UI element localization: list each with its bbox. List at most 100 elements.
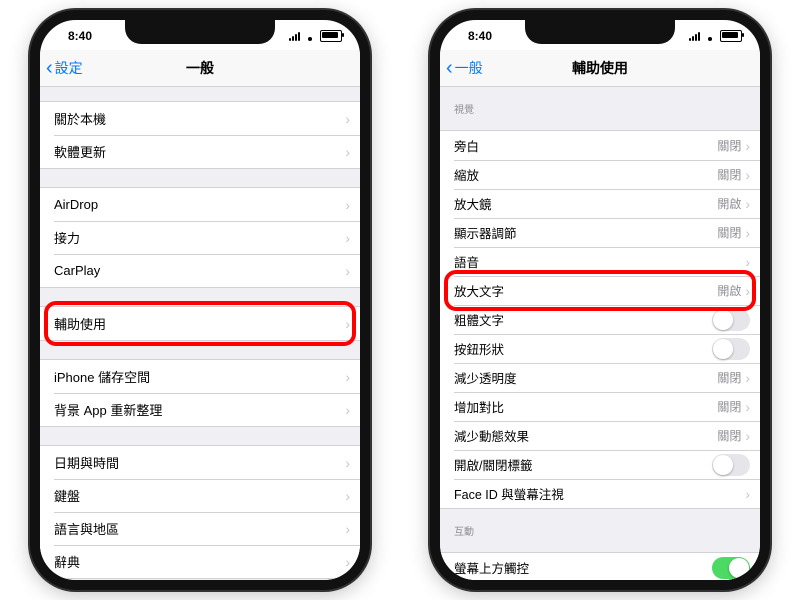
row-label: 縮放 (454, 165, 717, 184)
chevron-right-icon: › (345, 369, 350, 385)
settings-row[interactable]: 語音› (440, 247, 760, 276)
toggle-switch[interactable] (712, 309, 750, 331)
chevron-right-icon: › (745, 138, 750, 154)
settings-row[interactable]: 開啟/關閉標籤 (440, 450, 760, 479)
chevron-right-icon: › (345, 263, 350, 279)
chevron-right-icon: › (345, 488, 350, 504)
settings-row[interactable]: 縮放關閉› (440, 160, 760, 189)
row-label: iPhone 儲存空間 (54, 367, 345, 386)
settings-group: 關於本機›軟體更新› (40, 101, 360, 169)
settings-group: 螢幕上方觸控 (440, 552, 760, 583)
row-label: 粗體文字 (454, 310, 712, 329)
settings-row[interactable]: 接力› (40, 221, 360, 254)
row-value: 關閉 (717, 427, 741, 444)
row-label: 放大鏡 (454, 194, 717, 213)
row-label: CarPlay (54, 263, 345, 278)
row-label: 鍵盤 (54, 486, 345, 505)
chevron-left-icon: ‹ (46, 58, 53, 78)
settings-row[interactable]: 放大文字開啟› (440, 276, 760, 305)
toggle-switch[interactable] (712, 557, 750, 579)
row-label: 語音 (454, 252, 745, 271)
row-label: 背景 App 重新整理 (54, 400, 345, 419)
row-label: 旁白 (454, 136, 717, 155)
battery-icon (720, 30, 742, 42)
row-label: 放大文字 (454, 281, 717, 300)
wifi-icon (704, 31, 716, 41)
chevron-right-icon: › (745, 167, 750, 183)
status-time: 8:40 (68, 29, 92, 43)
settings-row[interactable]: 增加對比關閉› (440, 392, 760, 421)
chevron-right-icon: › (345, 402, 350, 418)
settings-row[interactable]: 輔助使用› (40, 307, 360, 340)
toggle-switch[interactable] (712, 454, 750, 476)
content-scroll[interactable]: 關於本機›軟體更新›AirDrop›接力›CarPlay›輔助使用›iPhone… (40, 87, 360, 583)
settings-row[interactable]: 旁白關閉› (440, 131, 760, 160)
chevron-right-icon: › (345, 554, 350, 570)
settings-group: AirDrop›接力›CarPlay› (40, 187, 360, 288)
wifi-icon (304, 31, 316, 41)
back-button[interactable]: ‹ 設定 (40, 58, 83, 78)
back-label: 一般 (455, 58, 483, 78)
settings-row[interactable]: 減少動態效果關閉› (440, 421, 760, 450)
page-title: 輔助使用 (440, 58, 760, 78)
row-label: 輔助使用 (54, 314, 345, 333)
settings-row[interactable]: 減少透明度關閉› (440, 363, 760, 392)
settings-row[interactable]: CarPlay› (40, 254, 360, 287)
row-label: 螢幕上方觸控 (454, 558, 712, 577)
row-label: 開啟/關閉標籤 (454, 455, 712, 474)
settings-group: 日期與時間›鍵盤›語言與地區›辭典› (40, 445, 360, 579)
nav-bar: ‹ 設定 一般 (40, 50, 360, 87)
settings-row[interactable]: 辭典› (40, 545, 360, 578)
settings-row[interactable]: Face ID 與螢幕注視› (440, 479, 760, 508)
settings-row[interactable]: 按鈕形狀 (440, 334, 760, 363)
back-button[interactable]: ‹ 一般 (440, 58, 483, 78)
row-label: 減少動態效果 (454, 426, 717, 445)
back-label: 設定 (55, 58, 83, 78)
toggle-switch[interactable] (712, 338, 750, 360)
settings-row[interactable]: 粗體文字 (440, 305, 760, 334)
settings-row[interactable]: 背景 App 重新整理› (40, 393, 360, 426)
settings-row[interactable]: 螢幕上方觸控 (440, 553, 760, 582)
section-header: 視覺 (440, 87, 760, 120)
status-time: 8:40 (468, 29, 492, 43)
chevron-right-icon: › (345, 455, 350, 471)
settings-row[interactable]: 顯示器調節關閉› (440, 218, 760, 247)
chevron-right-icon: › (745, 254, 750, 270)
settings-row[interactable]: AirDrop› (40, 188, 360, 221)
chevron-left-icon: ‹ (446, 58, 453, 78)
row-label: 接力 (54, 228, 345, 247)
chevron-right-icon: › (745, 225, 750, 241)
chevron-right-icon: › (745, 370, 750, 386)
settings-row[interactable]: 語言與地區› (40, 512, 360, 545)
settings-row[interactable]: 放大鏡開啟› (440, 189, 760, 218)
row-value: 關閉 (717, 369, 741, 386)
signal-icon (689, 31, 700, 41)
row-label: Face ID 與螢幕注視 (454, 484, 745, 503)
chevron-right-icon: › (345, 316, 350, 332)
settings-row[interactable]: 日期與時間› (40, 446, 360, 479)
phone-accessibility: 8:40 ‹ 一般 輔助使用 視覺旁白關閉›縮放關閉›放大鏡開啟›顯示器調節關閉… (430, 10, 770, 590)
chevron-right-icon: › (345, 521, 350, 537)
row-label: 辭典 (54, 552, 345, 571)
chevron-right-icon: › (745, 283, 750, 299)
battery-icon (320, 30, 342, 42)
row-label: 語言與地區 (54, 519, 345, 538)
settings-group: 旁白關閉›縮放關閉›放大鏡開啟›顯示器調節關閉›語音›放大文字開啟›粗體文字按鈕… (440, 130, 760, 509)
chevron-right-icon: › (745, 196, 750, 212)
chevron-right-icon: › (745, 486, 750, 502)
row-label: 關於本機 (54, 109, 345, 128)
row-value: 開啟 (717, 282, 741, 299)
row-value: 關閉 (717, 398, 741, 415)
signal-icon (289, 31, 300, 41)
notch (125, 20, 275, 44)
row-label: 顯示器調節 (454, 223, 717, 242)
settings-row[interactable]: iPhone 儲存空間› (40, 360, 360, 393)
settings-row[interactable]: 軟體更新› (40, 135, 360, 168)
settings-row[interactable]: 鍵盤› (40, 479, 360, 512)
row-value: 關閉 (717, 166, 741, 183)
settings-row[interactable]: 關於本機› (40, 102, 360, 135)
row-label: 按鈕形狀 (454, 339, 712, 358)
content-scroll[interactable]: 視覺旁白關閉›縮放關閉›放大鏡開啟›顯示器調節關閉›語音›放大文字開啟›粗體文字… (440, 87, 760, 583)
chevron-right-icon: › (745, 428, 750, 444)
notch (525, 20, 675, 44)
